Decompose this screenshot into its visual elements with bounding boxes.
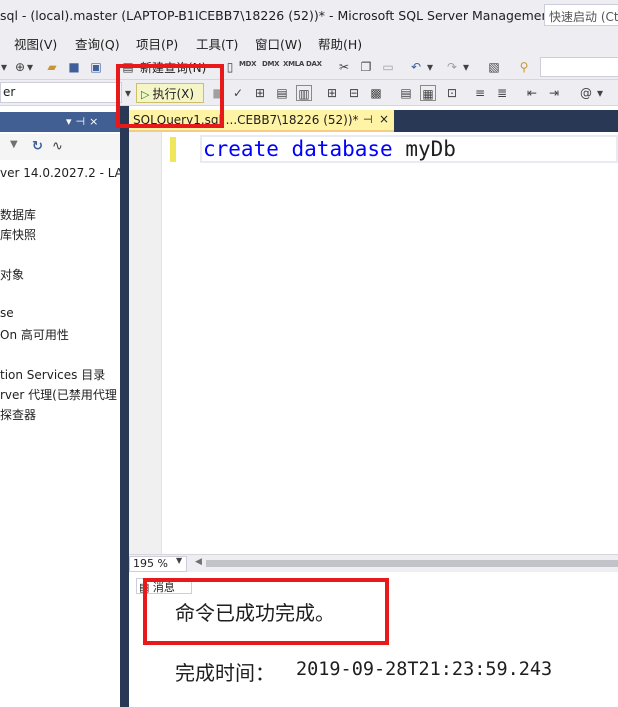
- tab-label: SQLQuery1.sql ...CEBB7\18226 (52))*: [133, 113, 359, 127]
- client-stats-icon[interactable]: ▩: [368, 85, 384, 101]
- activity-monitor-icon[interactable]: ∿: [52, 139, 63, 154]
- tree-item-integration-services[interactable]: tion Services 目录: [0, 366, 105, 383]
- pin-icon[interactable]: ⊣: [363, 113, 373, 126]
- find-icon[interactable]: ⚲: [516, 59, 532, 75]
- dmx-query-button[interactable]: DMX: [262, 60, 280, 68]
- tree-item-xevent-profiler[interactable]: 探查器: [0, 406, 36, 423]
- results-to-text-icon[interactable]: ▤: [398, 85, 414, 101]
- result-message: 命令已成功完成。: [175, 601, 335, 625]
- editor-zoom-bar: 195 % ▼ ◀: [129, 554, 618, 572]
- uncomment-icon[interactable]: ≣: [494, 85, 510, 101]
- increase-indent-icon[interactable]: ⇥: [546, 85, 562, 101]
- database-identifier: myDb: [405, 137, 456, 161]
- new-query-button[interactable]: 新建查询(N): [140, 59, 206, 76]
- results-pane: [129, 572, 618, 707]
- refresh-icon[interactable]: ↻: [32, 139, 43, 154]
- menu-tools[interactable]: 工具(T): [196, 34, 238, 53]
- tree-item-sql-agent[interactable]: rver 代理(已禁用代理: [0, 386, 117, 403]
- decrease-indent-icon[interactable]: ⇤: [524, 85, 540, 101]
- tree-item-server[interactable]: ver 14.0.2027.2 - LAPT: [0, 166, 120, 180]
- messages-icon: ▤: [139, 581, 150, 594]
- redo-icon[interactable]: ↷: [444, 59, 460, 75]
- intellisense-icon[interactable]: ▥: [296, 85, 312, 101]
- chevron-down-icon[interactable]: ▼: [176, 556, 182, 565]
- parse-icon[interactable]: ✓: [230, 85, 246, 101]
- paste-icon[interactable]: ▭: [380, 59, 396, 75]
- panel-controls-icon[interactable]: ▾⊣×: [66, 115, 102, 128]
- object-explorer-tree: ver 14.0.2027.2 - LAPT 数据库 库快照 对象 se On …: [0, 160, 120, 707]
- dropdown-arrow-icon[interactable]: ▾: [596, 85, 604, 101]
- title-bar: sql - (local).master (LAPTOP-B1ICEBB7\18…: [0, 0, 618, 30]
- execute-label: 执行(X): [152, 87, 195, 101]
- editor-gutter: [129, 132, 161, 554]
- menu-window[interactable]: 窗口(W): [255, 34, 302, 53]
- object-explorer-header: ▾⊣×: [0, 112, 120, 132]
- quick-launch-input[interactable]: 快速启动 (Ct: [544, 4, 618, 26]
- dropdown-arrow-icon[interactable]: ▾: [426, 59, 434, 75]
- dropdown-arrow-icon[interactable]: ▾: [124, 85, 132, 101]
- horizontal-scrollbar[interactable]: [206, 560, 618, 567]
- query-editor[interactable]: [129, 132, 618, 554]
- specify-values-icon[interactable]: @: [578, 85, 594, 101]
- menu-project[interactable]: 项目(P): [136, 34, 178, 53]
- activity-monitor-icon[interactable]: ▧: [486, 59, 502, 75]
- scroll-left-icon[interactable]: ◀: [195, 557, 202, 567]
- tree-item-system-databases[interactable]: 数据库: [0, 206, 36, 223]
- messages-tab-label: 消息: [152, 581, 175, 594]
- dropdown-arrow-icon[interactable]: ▾: [26, 59, 34, 75]
- document-icon[interactable]: ▯: [222, 59, 238, 75]
- change-indicator: [170, 137, 176, 162]
- tree-item-polybase[interactable]: se: [0, 306, 14, 320]
- new-query-icon[interactable]: ▤: [120, 59, 136, 75]
- completion-time-value: 2019-09-28T21:23:59.243: [296, 659, 553, 680]
- tab-messages[interactable]: ▤ 消息: [136, 578, 192, 594]
- comment-icon[interactable]: ≡: [472, 85, 488, 101]
- include-plan-icon[interactable]: ⊞: [324, 85, 340, 101]
- undo-icon[interactable]: ↶: [408, 59, 424, 75]
- menu-bar: 视图(V) 查询(Q) 项目(P) 工具(T) 窗口(W) 帮助(H): [0, 30, 618, 54]
- live-stats-icon[interactable]: ⊟: [346, 85, 362, 101]
- close-icon[interactable]: ×: [379, 112, 389, 126]
- cancel-query-icon[interactable]: ■: [210, 85, 226, 101]
- window-title: sql - (local).master (LAPTOP-B1ICEBB7\18…: [0, 8, 584, 23]
- menu-view[interactable]: 视图(V): [14, 34, 57, 53]
- query-designer-icon[interactable]: ▤: [274, 85, 290, 101]
- dax-query-button[interactable]: DAX: [306, 60, 322, 68]
- mdx-query-button[interactable]: MDX: [239, 60, 257, 68]
- panel-splitter[interactable]: [120, 106, 129, 707]
- dropdown-arrow-icon[interactable]: ▾: [462, 59, 470, 75]
- display-plan-icon[interactable]: ⊞: [252, 85, 268, 101]
- menu-help[interactable]: 帮助(H): [318, 34, 362, 53]
- filter-icon[interactable]: ▼: [10, 139, 18, 150]
- cut-icon[interactable]: ✂: [336, 59, 352, 75]
- tab-sqlquery1[interactable]: SQLQuery1.sql ...CEBB7\18226 (52))* ⊣ ×: [129, 110, 394, 132]
- available-databases-select[interactable]: er: [0, 82, 122, 103]
- play-icon: ▷: [141, 88, 150, 101]
- standard-toolbar: ▾ ⊕ ▾ ▰ ■ ▣ ▤ 新建查询(N) ▯ MDX DMX XMLA DAX…: [0, 54, 618, 80]
- tree-item-always-on[interactable]: On 高可用性: [0, 326, 69, 343]
- completion-time-label: 完成时间：: [175, 661, 275, 685]
- dropdown-arrow-icon[interactable]: ▾: [0, 59, 8, 75]
- copy-icon[interactable]: ❐: [358, 59, 374, 75]
- keyword-database: database: [291, 137, 393, 161]
- keyword-create: create: [203, 137, 279, 161]
- find-input[interactable]: [540, 57, 618, 77]
- sql-editor-toolbar: er ▾ ▷ 执行(X) ■ ✓ ⊞ ▤ ▥ ⊞ ⊟ ▩ ▤ ▦ ⊡ ≡ ≣ ⇤ …: [0, 80, 618, 106]
- results-to-grid-icon[interactable]: ▦: [420, 85, 436, 101]
- execute-button[interactable]: ▷ 执行(X): [136, 83, 204, 103]
- object-explorer-toolbar: ▼ ↻ ∿: [0, 134, 120, 160]
- tree-item-server-objects[interactable]: 对象: [0, 266, 24, 283]
- xmla-query-button[interactable]: XMLA: [283, 60, 304, 68]
- results-to-file-icon[interactable]: ⊡: [444, 85, 460, 101]
- menu-query[interactable]: 查询(Q): [75, 34, 120, 53]
- gutter-divider: [161, 132, 162, 554]
- save-icon[interactable]: ■: [66, 59, 82, 75]
- open-folder-icon[interactable]: ▰: [44, 59, 60, 75]
- save-all-icon[interactable]: ▣: [88, 59, 104, 75]
- tree-item-database-snapshots[interactable]: 库快照: [0, 226, 36, 243]
- code-line-1[interactable]: create database myDb: [203, 137, 456, 161]
